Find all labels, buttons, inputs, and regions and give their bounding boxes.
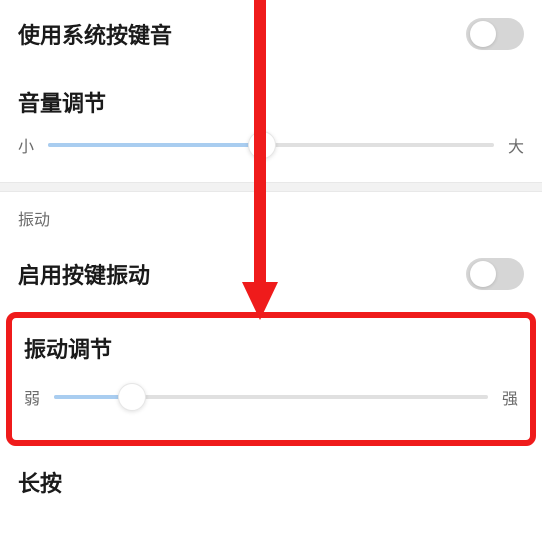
slider-thumb[interactable] bbox=[118, 383, 146, 411]
system-key-sound-toggle[interactable] bbox=[466, 18, 524, 50]
longpress-title: 长按 bbox=[0, 450, 542, 514]
vibration-max-label: 强 bbox=[502, 385, 518, 409]
volume-min-label: 小 bbox=[18, 133, 34, 157]
toggle-knob bbox=[470, 261, 496, 287]
vibration-slider-row: 弱 强 bbox=[24, 364, 518, 434]
enable-vibration-label: 启用按键振动 bbox=[18, 258, 150, 290]
volume-title-row: 音量调节 bbox=[18, 68, 524, 122]
system-key-sound-label: 使用系统按键音 bbox=[18, 18, 172, 50]
volume-title: 音量调节 bbox=[18, 86, 106, 118]
system-key-sound-row: 使用系统按键音 bbox=[18, 0, 524, 68]
toggle-knob bbox=[470, 21, 496, 47]
volume-slider[interactable] bbox=[48, 130, 494, 160]
vibration-slider[interactable] bbox=[54, 382, 488, 412]
volume-max-label: 大 bbox=[508, 133, 524, 157]
annotation-highlight-box: 振动调节 弱 强 bbox=[6, 312, 536, 446]
vibration-min-label: 弱 bbox=[24, 385, 40, 409]
vibration-adjust-title: 振动调节 bbox=[24, 328, 518, 364]
volume-slider-row: 小 大 bbox=[18, 122, 524, 182]
slider-fill bbox=[48, 143, 262, 147]
section-divider bbox=[0, 182, 542, 192]
enable-vibration-row: 启用按键振动 bbox=[18, 240, 524, 308]
vibration-subheader: 振动 bbox=[0, 192, 542, 240]
enable-vibration-toggle[interactable] bbox=[466, 258, 524, 290]
slider-thumb[interactable] bbox=[248, 131, 276, 159]
